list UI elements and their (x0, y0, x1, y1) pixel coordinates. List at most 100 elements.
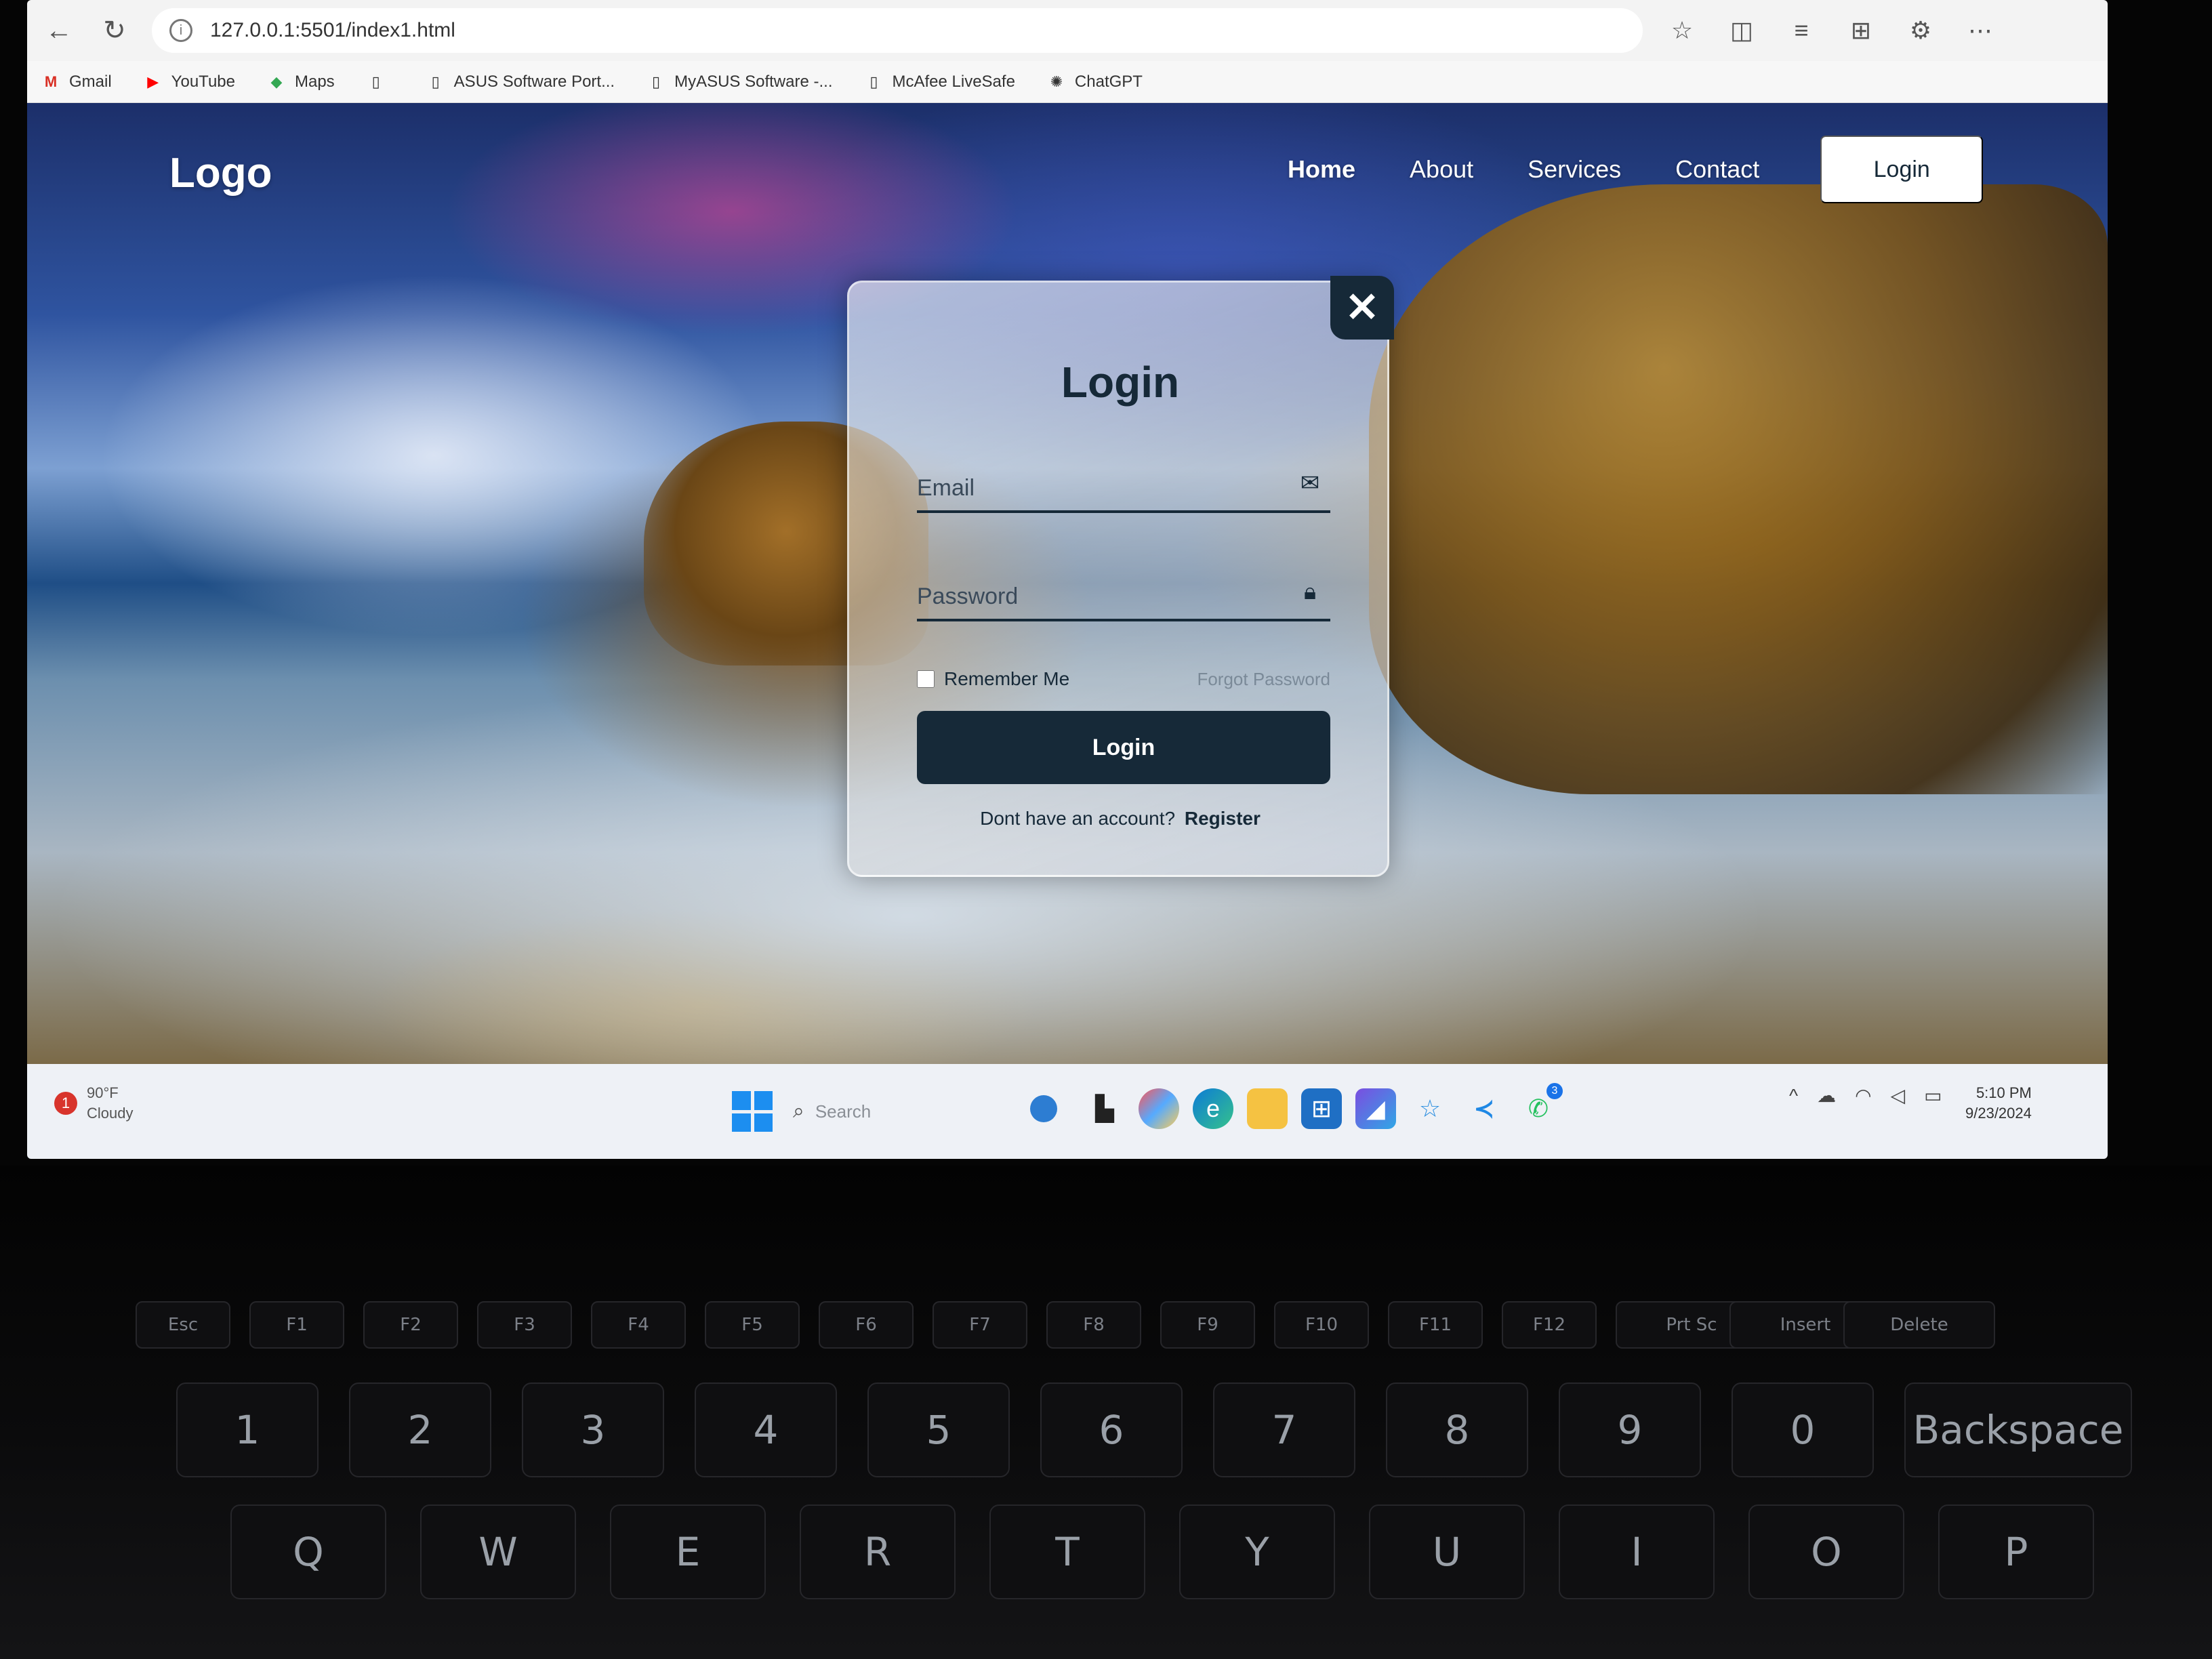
email-input[interactable] (917, 452, 1283, 510)
more-menu-icon[interactable]: ⋯ (1960, 10, 2001, 51)
key-o[interactable]: O (1748, 1504, 1904, 1599)
key-f4[interactable]: F4 (591, 1301, 686, 1349)
widgets-icon[interactable] (1030, 1095, 1057, 1122)
copilot-icon[interactable] (1139, 1088, 1179, 1129)
nav-link-contact[interactable]: Contact (1675, 155, 1759, 184)
key-w[interactable]: W (420, 1504, 576, 1599)
key-8[interactable]: 8 (1386, 1382, 1528, 1477)
key-f12[interactable]: F12 (1502, 1301, 1597, 1349)
lock-icon: 🔒︎ (1303, 578, 1317, 605)
register-link[interactable]: Register (1185, 808, 1261, 829)
password-input[interactable] (917, 560, 1283, 619)
favorite-star-icon[interactable]: ☆ (1662, 10, 1702, 51)
close-icon[interactable]: ✕ (1330, 276, 1394, 340)
battery-icon[interactable]: ▭ (1924, 1084, 1942, 1107)
key-f6[interactable]: F6 (819, 1301, 914, 1349)
number-key-row: 1 2 3 4 5 6 7 8 9 0 Backspace (0, 1382, 2212, 1491)
key-2[interactable]: 2 (349, 1382, 491, 1477)
header-login-button[interactable]: Login (1820, 136, 1984, 203)
forgot-password-link[interactable]: Forgot Password (1197, 669, 1330, 690)
remember-me-label[interactable]: Remember Me (917, 668, 1069, 690)
edge-browser-icon[interactable]: e (1193, 1088, 1233, 1129)
key-f1[interactable]: F1 (249, 1301, 344, 1349)
key-esc[interactable]: Esc (136, 1301, 230, 1349)
page-icon: ▯ (652, 73, 661, 90)
register-row: Dont have an account? Register (849, 808, 1391, 830)
key-r[interactable]: R (800, 1504, 956, 1599)
key-i[interactable]: I (1559, 1504, 1715, 1599)
bookmark-asus-software-portal[interactable]: ▯ ASUS Software Port... (426, 72, 615, 92)
web-page: Logo Home About Services Contact Login ✕… (27, 103, 2108, 1064)
key-4[interactable]: 4 (695, 1382, 837, 1477)
windows-start-icon[interactable] (732, 1091, 773, 1132)
wifi-icon[interactable]: ◠ (1855, 1084, 1871, 1107)
taskbar-clock[interactable]: 5:10 PM 9/23/2024 (1965, 1083, 2032, 1124)
key-7[interactable]: 7 (1213, 1382, 1355, 1477)
key-q[interactable]: Q (230, 1504, 386, 1599)
key-f3[interactable]: F3 (477, 1301, 572, 1349)
key-0[interactable]: 0 (1732, 1382, 1874, 1477)
taskbar-search[interactable]: ⌕ Search (793, 1090, 1017, 1133)
cloud-sync-icon[interactable]: ☁ (1817, 1084, 1836, 1107)
bookmark-untitled[interactable]: ▯ (366, 72, 394, 92)
bookmark-gmail[interactable]: M Gmail (41, 72, 112, 92)
key-f8[interactable]: F8 (1046, 1301, 1141, 1349)
key-f9[interactable]: F9 (1160, 1301, 1255, 1349)
key-9[interactable]: 9 (1559, 1382, 1701, 1477)
vscode-icon[interactable]: ≺ (1464, 1088, 1504, 1129)
login-modal: ✕ Login ✉ 🔒︎ Remember Me Forgot Password… (847, 276, 1394, 877)
volume-icon[interactable]: ◁ (1891, 1084, 1906, 1107)
key-y[interactable]: Y (1179, 1504, 1335, 1599)
key-backspace[interactable]: Backspace (1904, 1382, 2132, 1477)
login-submit-button[interactable]: Login (917, 711, 1330, 784)
key-f2[interactable]: F2 (363, 1301, 458, 1349)
reload-icon[interactable]: ↻ (91, 7, 138, 54)
split-screen-icon[interactable]: ◫ (1721, 10, 1762, 51)
key-f10[interactable]: F10 (1274, 1301, 1369, 1349)
extensions-icon[interactable]: ⚙ (1900, 10, 1941, 51)
nav-link-about[interactable]: About (1410, 155, 1473, 184)
nav-link-services[interactable]: Services (1528, 155, 1621, 184)
address-bar[interactable]: i 127.0.0.1:5501/index1.html (152, 8, 1643, 53)
whatsapp-icon[interactable]: ✆ 3 (1518, 1083, 1563, 1129)
app-icon[interactable]: ◢ (1355, 1088, 1396, 1129)
key-f5[interactable]: F5 (705, 1301, 800, 1349)
key-p[interactable]: P (1938, 1504, 2094, 1599)
microsoft-store-icon[interactable]: ⊞ (1301, 1088, 1342, 1129)
key-3[interactable]: 3 (522, 1382, 664, 1477)
remember-me-checkbox[interactable] (917, 670, 935, 688)
key-f7[interactable]: F7 (933, 1301, 1027, 1349)
key-e[interactable]: E (610, 1504, 766, 1599)
system-tray: ^ ☁ ◠ ◁ ▭ (1789, 1084, 1961, 1107)
favorites-list-icon[interactable]: ≡ (1781, 10, 1822, 51)
key-u[interactable]: U (1369, 1504, 1525, 1599)
bookmark-mcafee-livesafe[interactable]: ▯ McAfee LiveSafe (863, 72, 1015, 92)
url-text: 127.0.0.1:5501/index1.html (210, 19, 455, 41)
windows-taskbar: 1 90°F Cloudy ⌕ Search ▙ e ⊞ ◢ ☆ ≺ ✆ 3 ^… (27, 1064, 2108, 1159)
site-info-icon[interactable]: i (169, 19, 192, 42)
maps-icon: ◆ (270, 73, 283, 90)
key-6[interactable]: 6 (1040, 1382, 1183, 1477)
email-field-box: ✉ (917, 452, 1330, 513)
bookmark-myasus-software[interactable]: ▯ MyASUS Software -... (646, 72, 832, 92)
key-1[interactable]: 1 (176, 1382, 319, 1477)
bookmark-youtube[interactable]: ▶ YouTube (143, 72, 235, 92)
file-explorer-icon[interactable] (1247, 1088, 1288, 1129)
collections-icon[interactable]: ⊞ (1841, 10, 1881, 51)
app-star-icon[interactable]: ☆ (1410, 1088, 1450, 1129)
nav-link-home[interactable]: Home (1288, 155, 1355, 184)
show-hidden-icons-icon[interactable]: ^ (1789, 1085, 1798, 1107)
site-logo[interactable]: Logo (169, 149, 272, 197)
bookmark-label: Maps (294, 72, 335, 91)
key-t[interactable]: T (989, 1504, 1145, 1599)
weather-text: 90°F Cloudy (87, 1083, 133, 1124)
bookmark-maps[interactable]: ◆ Maps (266, 72, 335, 92)
key-5[interactable]: 5 (867, 1382, 1010, 1477)
weather-temperature: 90°F (87, 1084, 119, 1101)
task-view-icon[interactable]: ▙ (1084, 1088, 1125, 1129)
bookmark-chatgpt[interactable]: ✺ ChatGPT (1046, 72, 1143, 92)
back-icon[interactable]: ← (35, 7, 83, 54)
key-delete[interactable]: Delete (1843, 1301, 1995, 1349)
key-f11[interactable]: F11 (1388, 1301, 1483, 1349)
weather-widget[interactable]: 1 90°F Cloudy (54, 1083, 133, 1124)
